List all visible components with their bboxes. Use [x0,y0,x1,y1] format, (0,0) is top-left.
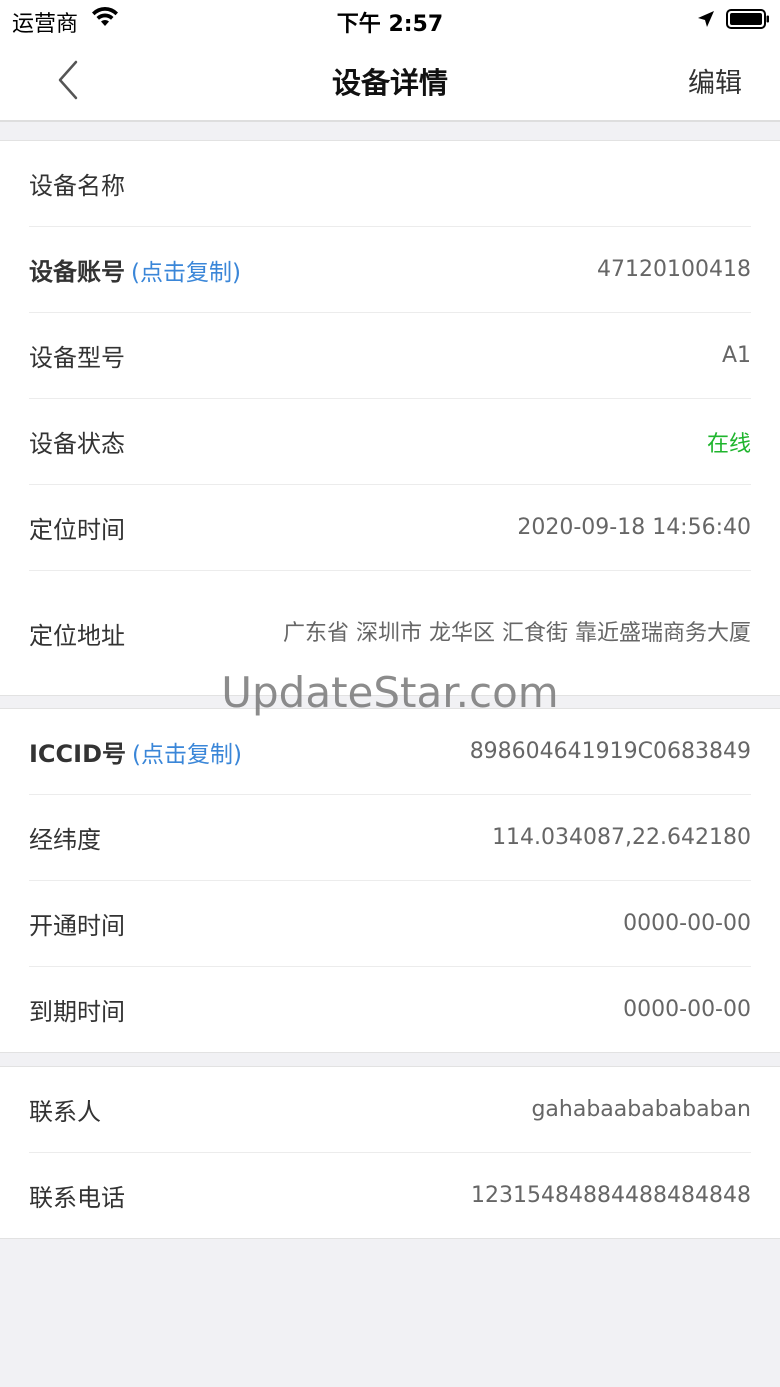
location-address-row: 定位地址 广东省 深圳市 龙华区 汇食街 靠近盛瑞商务大厦 [29,571,751,695]
sim-info-section: ICCID号 (点击复制) 898604641919C0683849 经纬度 11… [0,708,780,1053]
location-arrow-icon [698,11,714,27]
device-status-label: 设备状态 [29,430,125,458]
activation-time-value: 0000-00-00 [623,911,751,936]
page-title: 设备详情 [331,66,448,100]
copy-iccid-link[interactable]: (点击复制) [132,742,242,768]
device-model-row: 设备型号 A1 [29,313,751,399]
coordinates-label: 经纬度 [29,826,101,854]
expiry-time-label: 到期时间 [29,998,125,1026]
contact-phone-label: 联系电话 [29,1184,125,1212]
contact-phone-value: 12315484884488484848 [471,1183,751,1208]
device-account-value: 47120100418 [597,257,751,282]
iccid-label: ICCID号 [29,740,127,768]
device-account-row[interactable]: 设备账号 (点击复制) 47120100418 [29,227,751,313]
contact-info-section: 联系人 gahabaababababan 联系电话 12315484884488… [0,1066,780,1239]
status-time: 下午 2:57 [336,12,444,37]
location-address-value: 广东省 深圳市 龙华区 汇食街 靠近盛瑞商务大厦 [283,620,751,646]
contact-phone-row: 联系电话 12315484884488484848 [29,1153,751,1238]
device-status-value: 在线 [706,431,751,457]
location-time-label: 定位时间 [29,516,125,544]
coordinates-value: 114.034087,22.642180 [492,825,751,850]
copy-account-link[interactable]: (点击复制) [131,260,241,286]
location-address-label: 定位地址 [29,621,125,650]
expiry-time-value: 0000-00-00 [623,997,751,1022]
activation-time-row: 开通时间 0000-00-00 [29,881,751,967]
device-name-row: 设备名称 [29,141,751,227]
expiry-time-row: 到期时间 0000-00-00 [29,967,751,1052]
device-model-label: 设备型号 [29,344,125,372]
coordinates-row: 经纬度 114.034087,22.642180 [29,795,751,881]
device-account-label-group: 设备账号 (点击复制) [29,252,241,287]
device-info-section: 设备名称 设备账号 (点击复制) 47120100418 设备型号 A1 设备状态… [0,140,780,696]
iccid-row[interactable]: ICCID号 (点击复制) 898604641919C0683849 [29,709,751,795]
device-status-row: 设备状态 在线 [29,399,751,485]
status-bar: 运营商 下午 2:57 [0,0,780,40]
edit-button[interactable]: 编辑 [688,61,742,100]
device-model-value: A1 [721,343,751,368]
device-account-label: 设备账号 [29,258,125,286]
contact-person-row: 联系人 gahabaababababan [29,1067,751,1153]
location-time-value: 2020-09-18 14:56:40 [517,515,751,540]
battery-icon [726,9,769,29]
iccid-value: 898604641919C0683849 [469,739,751,764]
contact-person-value: gahabaababababan [531,1097,751,1122]
iccid-label-group: ICCID号 (点击复制) [29,734,242,769]
activation-time-label: 开通时间 [29,912,125,940]
navigation-bar: 设备详情 编辑 [0,40,780,122]
contact-person-label: 联系人 [29,1098,101,1126]
device-name-label: 设备名称 [29,172,125,200]
location-time-row: 定位时间 2020-09-18 14:56:40 [29,485,751,571]
